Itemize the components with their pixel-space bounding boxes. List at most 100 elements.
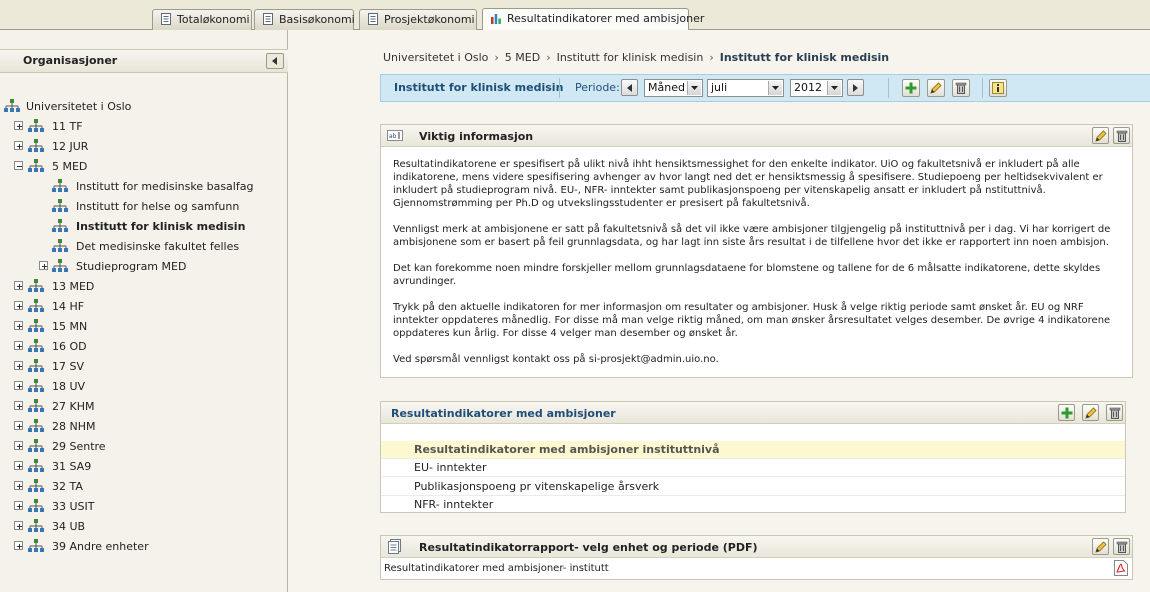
pencil-icon	[1085, 407, 1097, 419]
tree-node[interactable]: 5 MED	[0, 158, 280, 176]
tree-node[interactable]: 29 Sentre	[0, 438, 280, 456]
organization-panel-title: Organisasjoner	[23, 54, 118, 67]
tab-label: Totaløkonomi	[177, 13, 250, 26]
tree-node-label: 34 UB	[52, 520, 86, 533]
org-tree-icon	[52, 219, 68, 238]
period-toolbar: Institutt for klinisk medisin Periode: M…	[380, 74, 1150, 102]
tree-node[interactable]: 12 JUR	[0, 138, 280, 156]
tree-node[interactable]: 31 SA9	[0, 458, 280, 476]
tree-node[interactable]: Institutt for helse og samfunn	[0, 198, 280, 216]
indicator-row[interactable]: Publikasjonspoeng pr vitenskapelige årsv…	[381, 478, 1125, 496]
expand-node-icon[interactable]	[14, 361, 23, 370]
tree-node-label: Universitetet i Oslo	[26, 100, 132, 113]
tree-node-label: 18 UV	[52, 380, 86, 393]
delete-button[interactable]	[1106, 404, 1123, 421]
add-button[interactable]	[902, 79, 920, 97]
expand-node-icon[interactable]	[14, 401, 23, 410]
breadcrumb-link[interactable]: Universitetet i Oslo	[383, 51, 488, 64]
org-tree-icon	[52, 239, 68, 258]
expand-node-icon[interactable]	[14, 141, 23, 150]
info-icon	[992, 82, 1004, 94]
tree-node[interactable]: 14 HF	[0, 298, 280, 316]
tree-node[interactable]: Det medisinske fakultet felles	[0, 238, 280, 256]
report-link[interactable]: Resultatindikatorer med ambisjoner- inst…	[384, 563, 609, 574]
pencil-icon	[1095, 130, 1107, 142]
info-paragraph: Det kan forekomme noen mindre forskjelle…	[393, 263, 1101, 287]
tree-node[interactable]: Studieprogram MED	[0, 258, 280, 276]
breadcrumb-separator: ›	[709, 51, 714, 64]
indicator-row[interactable]: EU- inntekter	[381, 459, 1125, 477]
dropdown-arrow-icon	[687, 81, 701, 95]
expand-node-icon[interactable]	[14, 441, 23, 450]
tab-prosjektokonomi[interactable]: Prosjektøkonomi	[359, 9, 477, 30]
expand-node-icon[interactable]	[14, 301, 23, 310]
tree-node-label: Institutt for klinisk medisin	[76, 220, 246, 233]
tree-node[interactable]: 34 UB	[0, 518, 280, 536]
tab-resultatindikatorer[interactable]: Resultatindikatorer med ambisjoner	[482, 8, 704, 30]
edit-button[interactable]	[1082, 404, 1099, 421]
report-panel: Resultatindikatorrapport- velg enhet og …	[380, 535, 1133, 580]
expand-node-icon[interactable]	[14, 461, 23, 470]
tree-node[interactable]: Institutt for klinisk medisin	[0, 218, 280, 236]
indicators-panel-header: Resultatindikatorer med ambisjoner	[381, 402, 1125, 424]
tree-node-label: 16 OD	[52, 340, 87, 353]
info-paragraph: Resultatindikatorene er spesifisert på u…	[393, 159, 1103, 209]
breadcrumb-link[interactable]: Institutt for klinisk medisin	[557, 51, 704, 64]
tree-node[interactable]: Institutt for medisinske basalfag	[0, 178, 280, 196]
expand-node-icon[interactable]	[14, 521, 23, 530]
delete-button[interactable]	[1113, 538, 1130, 555]
delete-button[interactable]	[952, 79, 970, 97]
year-select[interactable]: 2012	[790, 79, 843, 97]
expand-node-icon[interactable]	[14, 341, 23, 350]
expand-node-icon[interactable]	[14, 321, 23, 330]
tab-basisokonomi[interactable]: Basisøkonomi	[254, 9, 355, 30]
collapse-node-icon[interactable]	[14, 161, 23, 170]
expand-node-icon[interactable]	[14, 121, 23, 130]
next-period-button[interactable]	[847, 79, 864, 96]
tree-node[interactable]: 16 OD	[0, 338, 280, 356]
tree-node[interactable]: 11 TF	[0, 118, 280, 136]
tree-node-label: 5 MED	[52, 160, 88, 173]
indicator-row[interactable]: NFR- inntekter	[381, 496, 1125, 514]
tree-node[interactable]: 17 SV	[0, 358, 280, 376]
expand-node-icon[interactable]	[39, 261, 48, 270]
tree-node-label: 14 HF	[52, 300, 85, 313]
tree-node[interactable]: 27 KHM	[0, 398, 280, 416]
breadcrumb-link[interactable]: 5 MED	[505, 51, 540, 64]
tree-node[interactable]: 18 UV	[0, 378, 280, 396]
info-paragraph: Trykk på den aktuelle indikatoren for me…	[393, 302, 1111, 339]
tab-totalokonomi[interactable]: Totaløkonomi	[152, 9, 252, 30]
info-button[interactable]	[989, 79, 1007, 97]
tree-node[interactable]: 13 MED	[0, 278, 280, 296]
indicators-panel: Resultatindikatorer med ambisjoner Resul…	[380, 401, 1126, 513]
edit-button[interactable]	[1092, 127, 1109, 144]
org-tree-icon	[4, 99, 20, 112]
tree-node[interactable]: 39 Andre enheter	[0, 538, 280, 556]
plus-icon	[905, 82, 917, 94]
month-select[interactable]: juli	[707, 79, 784, 97]
previous-period-button[interactable]	[621, 79, 638, 96]
tree-node[interactable]: 15 MN	[0, 318, 280, 336]
expand-node-icon[interactable]	[14, 421, 23, 430]
edit-button[interactable]	[1092, 538, 1109, 555]
dropdown-arrow-icon	[768, 81, 782, 95]
period-type-select[interactable]: Måned	[644, 79, 703, 97]
expand-node-icon[interactable]	[14, 501, 23, 510]
tree-node-label: Det medisinske fakultet felles	[76, 240, 240, 253]
expand-node-icon[interactable]	[14, 281, 23, 290]
tree-node-label: 12 JUR	[52, 140, 89, 153]
indicator-group-header[interactable]: Resultatindikatorer med ambisjoner insti…	[381, 441, 1125, 459]
tree-node-label: 29 Sentre	[52, 440, 106, 453]
expand-node-icon[interactable]	[14, 541, 23, 550]
expand-node-icon[interactable]	[14, 381, 23, 390]
collapse-panel-button[interactable]	[266, 53, 284, 69]
tree-node[interactable]: 32 TA	[0, 478, 280, 496]
expand-node-icon[interactable]	[14, 481, 23, 490]
tree-node[interactable]: 28 NHM	[0, 418, 280, 436]
tree-node[interactable]: 33 USIT	[0, 498, 280, 516]
indicators-panel-title: Resultatindikatorer med ambisjoner	[391, 407, 616, 420]
add-button[interactable]	[1058, 404, 1075, 421]
delete-button[interactable]	[1113, 127, 1130, 144]
pdf-icon[interactable]	[1114, 560, 1128, 576]
edit-button[interactable]	[927, 79, 945, 97]
